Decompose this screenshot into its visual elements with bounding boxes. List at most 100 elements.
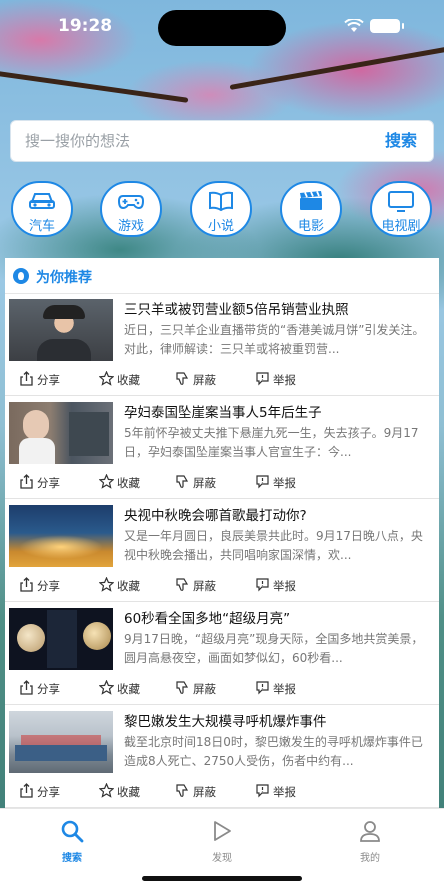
news-actions: 分享 收藏 屏蔽 举报 (5, 676, 439, 700)
star-icon (99, 474, 114, 489)
share-label: 分享 (37, 476, 60, 490)
report-icon (256, 784, 269, 798)
category-label: 小说 (207, 219, 234, 234)
report-icon (256, 578, 269, 592)
wifi-icon (344, 19, 364, 32)
block-label: 屏蔽 (193, 373, 216, 387)
book-icon (209, 191, 233, 212)
home-indicator (142, 876, 302, 881)
star-icon (99, 783, 114, 798)
news-thumbnail (9, 608, 113, 670)
share-icon (20, 783, 33, 798)
report-label: 举报 (273, 476, 296, 490)
play-icon (214, 821, 231, 841)
share-icon (20, 577, 33, 592)
news-title: 60秒看全国多地“超级月亮” (124, 611, 291, 627)
news-item[interactable]: 60秒看全国多地“超级月亮” 9月17日晚，“超级月亮”现身天际，全国多地共赏美… (5, 603, 439, 705)
report-icon (256, 681, 269, 695)
search-bar: 搜一搜你的想法 搜索 (10, 120, 434, 162)
news-thumbnail (9, 299, 113, 361)
news-actions: 分享 收藏 屏蔽 举报 (5, 470, 439, 494)
tab-search[interactable]: 搜索 (32, 815, 112, 865)
status-time: 19:28 (58, 16, 113, 36)
category-label: 电影 (297, 219, 324, 234)
share-label: 分享 (37, 682, 60, 696)
fire-icon (13, 268, 29, 284)
tab-label: 搜索 (62, 853, 82, 864)
thumb-down-icon (176, 475, 189, 488)
report-label: 举报 (273, 373, 296, 387)
dynamic-island (158, 10, 286, 46)
tab-discover[interactable]: 发现 (182, 815, 262, 865)
car-icon (29, 193, 55, 209)
news-actions: 分享 收藏 屏蔽 举报 (5, 573, 439, 597)
news-item[interactable]: 孕妇泰国坠崖案当事人5年后生子 5年前怀孕被丈夫推下悬崖九死一生，失去孩子。9月… (5, 397, 439, 499)
news-item[interactable]: 央视中秋晚会哪首歌最打动你? 又是一年月圆日，良辰美景共此时。9月17日晚八点，… (5, 500, 439, 602)
thumb-down-icon (176, 372, 189, 385)
news-title: 黎巴嫩发生大规模寻呼机爆炸事件 (124, 714, 327, 730)
star-icon (99, 371, 114, 386)
share-label: 分享 (37, 373, 60, 387)
news-item[interactable]: 黎巴嫩发生大规模寻呼机爆炸事件 截至北京时间18日0时，黎巴嫩发生的寻呼机爆炸事… (5, 706, 439, 808)
gamepad-icon (117, 195, 145, 210)
news-thumbnail (9, 711, 113, 773)
category-tv[interactable]: 电视剧 (370, 181, 432, 237)
tv-icon (388, 191, 414, 212)
battery-icon (370, 19, 404, 33)
favorite-label: 收藏 (117, 785, 140, 799)
favorite-label: 收藏 (117, 476, 140, 490)
tab-label: 发现 (212, 853, 232, 864)
search-button[interactable]: 搜索 (385, 121, 417, 161)
news-summary: 截至北京时间18日0时，黎巴嫩发生的寻呼机爆炸事件已造成8人死亡、2750人受伤… (124, 735, 423, 768)
category-novel[interactable]: 小说 (190, 181, 252, 237)
share-label: 分享 (37, 785, 60, 799)
category-car[interactable]: 汽车 (11, 181, 73, 237)
tab-label: 我的 (360, 853, 380, 864)
block-label: 屏蔽 (193, 579, 216, 593)
news-title: 央视中秋晚会哪首歌最打动你? (124, 508, 307, 524)
report-icon (256, 372, 269, 386)
star-icon (99, 680, 114, 695)
report-label: 举报 (273, 579, 296, 593)
category-game[interactable]: 游戏 (100, 181, 162, 237)
share-icon (20, 680, 33, 695)
star-icon (99, 577, 114, 592)
clapperboard-icon (300, 191, 322, 210)
status-bar: 19:28 (0, 0, 444, 52)
report-label: 举报 (273, 785, 296, 799)
share-icon (20, 371, 33, 386)
news-thumbnail (9, 505, 113, 567)
category-row: 汽车 游戏 小说 电影 电视剧 (0, 181, 444, 241)
news-title: 三只羊或被罚营业额5倍吊销营业执照 (124, 302, 349, 318)
favorite-label: 收藏 (117, 682, 140, 696)
category-label: 游戏 (117, 219, 144, 234)
share-label: 分享 (37, 579, 60, 593)
category-movie[interactable]: 电影 (280, 181, 342, 237)
news-item[interactable]: 三只羊或被罚营业额5倍吊销营业执照 近日，三只羊企业直播带货的“香港美诚月饼”引… (5, 294, 439, 396)
thumb-down-icon (176, 578, 189, 591)
block-label: 屏蔽 (193, 682, 216, 696)
search-icon (61, 820, 84, 843)
news-summary: 近日，三只羊企业直播带货的“香港美诚月饼”引发关注。对此，律师解读：三只羊或将被… (124, 323, 425, 356)
report-label: 举报 (273, 682, 296, 696)
block-label: 屏蔽 (193, 785, 216, 799)
news-thumbnail (9, 402, 113, 464)
category-label: 电视剧 (381, 219, 421, 234)
person-icon (360, 821, 380, 842)
category-label: 汽车 (28, 219, 55, 234)
report-icon (256, 475, 269, 489)
feed-title: 为你推荐 (36, 270, 92, 286)
news-actions: 分享 收藏 屏蔽 举报 (5, 779, 439, 803)
thumb-down-icon (176, 784, 189, 797)
news-summary: 5年前怀孕被丈夫推下悬崖九死一生，失去孩子。9月17日，孕妇泰国坠崖案当事人官宣… (124, 426, 419, 459)
favorite-label: 收藏 (117, 373, 140, 387)
thumb-down-icon (176, 681, 189, 694)
news-title: 孕妇泰国坠崖案当事人5年后生子 (124, 405, 322, 421)
recommend-feed: 为你推荐 三只羊或被罚营业额5倍吊销营业执照 近日，三只羊企业直播带货的“香港美… (5, 258, 439, 808)
search-input[interactable]: 搜一搜你的想法 (25, 121, 355, 161)
block-label: 屏蔽 (193, 476, 216, 490)
news-summary: 9月17日晚，“超级月亮”现身天际，全国多地共赏美景，圆月高悬夜空，画面如梦似幻… (124, 632, 424, 665)
tab-mine[interactable]: 我的 (330, 815, 410, 865)
feed-header: 为你推荐 (5, 258, 439, 294)
favorite-label: 收藏 (117, 579, 140, 593)
